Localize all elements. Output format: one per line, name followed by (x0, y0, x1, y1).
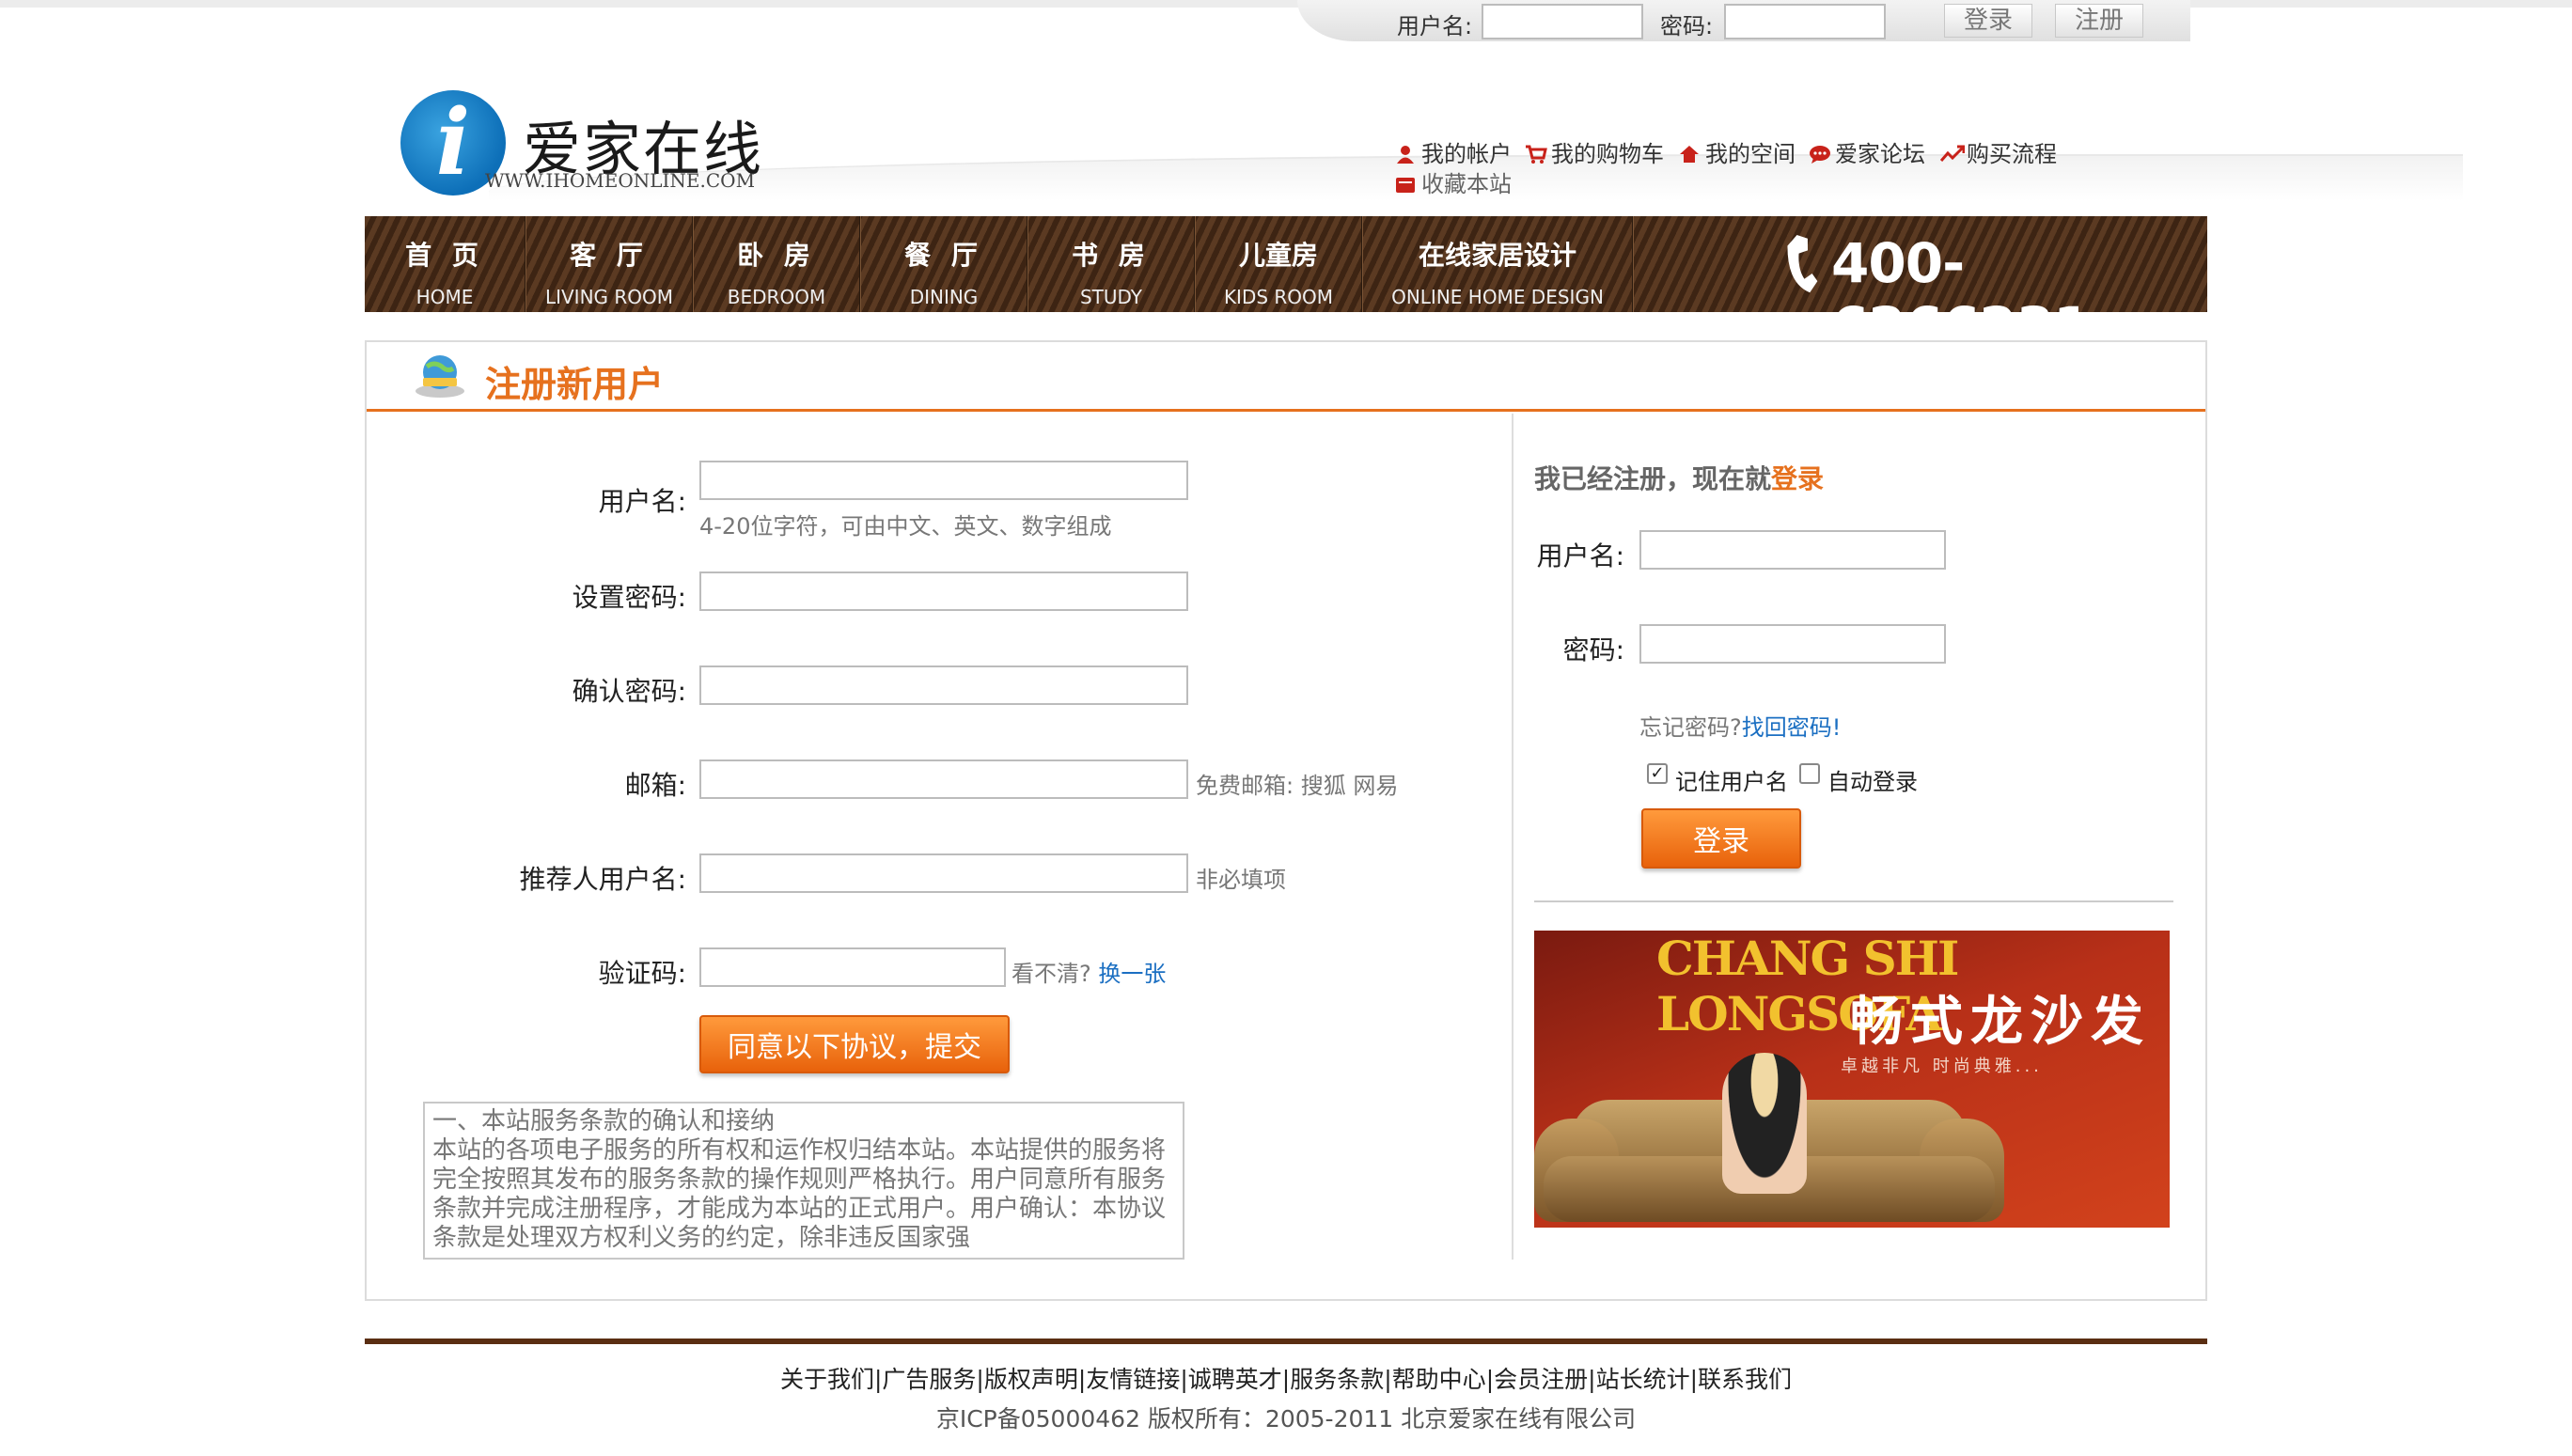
nav-item-home[interactable]: 首 页 HOME (365, 216, 525, 312)
footer-link-stats[interactable]: 站长统计 (1596, 1366, 1690, 1393)
main-nav: 首 页 HOME 客 厅 LIVING ROOM 卧 房 BEDROOM 餐 厅 DIN… (365, 216, 2207, 359)
footer-copyright: 京ICP备05000462 版权所有：2005-2011 北京爱家在线有限公司 (935, 1405, 1637, 1433)
remember-username-checkbox[interactable]: ✓ (1647, 763, 1668, 784)
quick-link-bookmark[interactable]: 收藏本站 (1395, 165, 1512, 198)
footer-link-friends[interactable]: 友情链接 (1086, 1366, 1180, 1393)
footer-link-ads[interactable]: 广告服务 (882, 1366, 976, 1393)
login-heading-link[interactable]: 登录 (1771, 463, 1824, 494)
nav-item-online-design[interactable]: 在线家居设计 ONLINE HOME DESIGN (1363, 216, 1632, 312)
logo-url: WWW.IHOMEONLINE.COM (485, 169, 756, 192)
email-hint: 免费邮箱: 搜狐 网易 (1196, 773, 1399, 799)
globe-icon (414, 350, 466, 399)
confirm-password-label: 确认密码: (572, 676, 686, 707)
login-password-label: 密码: (1562, 634, 1624, 665)
footer-link-copyright[interactable]: 版权声明 (984, 1366, 1078, 1393)
nav-item-kids-room[interactable]: 儿童房 KIDS ROOM (1196, 216, 1361, 312)
footer-link-register[interactable]: 会员注册 (1494, 1366, 1588, 1393)
footer-links: 关于我们|广告服务|版权声明|友情链接|诚聘英才|服务条款|帮助中心|会员注册|… (779, 1366, 1793, 1393)
forgot-password-row: 忘记密码?找回密码! (1639, 714, 1842, 741)
quick-link-forum[interactable]: 爱家论坛 (1809, 135, 1925, 168)
referrer-input[interactable] (699, 853, 1188, 893)
footer-link-contact[interactable]: 联系我们 (1698, 1366, 1792, 1393)
confirm-password-input[interactable] (699, 665, 1188, 705)
terms-textarea[interactable]: 一、本站服务条款的确认和接纳 本站的各项电子服务的所有权和运作权归结本站。本站提… (423, 1102, 1184, 1260)
register-password-input[interactable] (699, 571, 1188, 611)
phone-icon (1775, 233, 1822, 299)
cart-icon (1525, 144, 1547, 164)
panel-header-rule (367, 409, 2205, 412)
footer-link-terms[interactable]: 服务条款 (1290, 1366, 1384, 1393)
top-password-label: 密码: (1660, 13, 1714, 39)
password-label: 设置密码: (572, 582, 686, 613)
recover-password-link[interactable]: 找回密码! (1742, 714, 1842, 741)
nav-item-living-room[interactable]: 客 厅 LIVING ROOM (526, 216, 692, 312)
quick-link-account[interactable]: 我的帐户 (1395, 135, 1512, 168)
login-password-input[interactable] (1639, 624, 1946, 664)
auto-login-checkbox[interactable] (1799, 763, 1820, 784)
register-username-input[interactable] (699, 461, 1188, 500)
login-username-label: 用户名: (1536, 540, 1624, 571)
captcha-label: 验证码: (598, 958, 686, 989)
footer-rule (365, 1339, 2207, 1344)
top-register-button[interactable]: 注册 (2055, 4, 2143, 38)
top-username-label: 用户名: (1397, 13, 1473, 39)
user-icon (1395, 144, 1416, 164)
login-heading: 我已经注册，现在就登录 (1534, 463, 1825, 494)
ad-subtitle: 卓越非凡 时尚典雅... (1841, 1057, 2043, 1076)
referrer-hint: 非必填项 (1196, 867, 1286, 893)
model-figure (1722, 1053, 1807, 1194)
email-label: 邮箱: (624, 770, 686, 801)
username-hint: 4-20位字符，可由中文、英文、数字组成 (699, 513, 1112, 540)
login-username-input[interactable] (1639, 530, 1946, 570)
login-button[interactable]: 登录 (1641, 808, 1801, 869)
home-icon (1679, 144, 1700, 164)
captcha-input[interactable] (699, 947, 1006, 987)
bookmark-folder-icon (1395, 174, 1416, 195)
captcha-hint: 看不清? 换一张 (1012, 961, 1167, 987)
quick-link-cart[interactable]: 我的购物车 (1525, 135, 1664, 168)
username-label: 用户名: (598, 486, 686, 517)
chat-bubble-icon (1809, 144, 1830, 164)
ad-title-cn: 畅式龙沙发 (1850, 992, 2151, 1053)
nav-item-bedroom[interactable]: 卧 房 BEDROOM (694, 216, 859, 312)
sofa-ad-banner[interactable]: CHANG SHI LONGSOFA 畅式龙沙发 卓越非凡 时尚典雅... (1534, 931, 2170, 1228)
nav-separator (1632, 216, 1634, 312)
right-divider (1534, 900, 2173, 902)
captcha-refresh-link[interactable]: 换一张 (1098, 961, 1166, 987)
agree-submit-button[interactable]: 同意以下协议，提交 (699, 1015, 1010, 1073)
email-input[interactable] (699, 759, 1188, 799)
footer-link-about[interactable]: 关于我们 (780, 1366, 874, 1393)
nav-item-dining[interactable]: 餐 厅 DINING (861, 216, 1027, 312)
footer-link-help[interactable]: 帮助中心 (1392, 1366, 1486, 1393)
trend-icon (1939, 144, 1966, 164)
quick-link-process[interactable]: 购买流程 (1939, 135, 2057, 168)
nav-item-study[interactable]: 书 房 STUDY (1028, 216, 1194, 312)
remember-username-label: 记住用户名 (1675, 769, 1788, 795)
referrer-label: 推荐人用户名: (519, 864, 686, 895)
auto-login-label: 自动登录 (1827, 769, 1918, 795)
top-username-input[interactable] (1482, 4, 1643, 39)
footer-link-jobs[interactable]: 诚聘英才 (1188, 1366, 1282, 1393)
top-password-input[interactable] (1724, 4, 1886, 39)
top-login-button[interactable]: 登录 (1944, 4, 2032, 38)
page-title: 注册新用户 (485, 364, 665, 405)
quick-link-space[interactable]: 我的空间 (1679, 135, 1796, 168)
